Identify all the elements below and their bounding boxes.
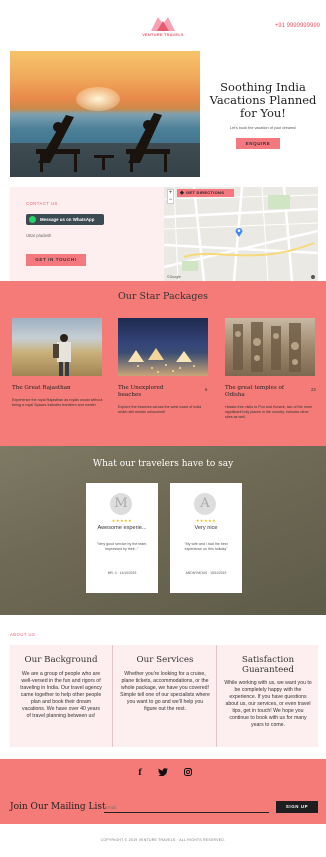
rating-stars: ★★★★★ <box>195 518 217 523</box>
avatar: A <box>194 493 216 515</box>
package-image-rajasthan[interactable] <box>12 318 102 376</box>
whatsapp-icon <box>29 216 36 223</box>
testimonial-title: Very nice <box>194 525 218 531</box>
brand-logo[interactable]: VENTURE TRAVELS <box>142 14 184 40</box>
column-divider <box>216 645 217 747</box>
zoom-out-button[interactable]: − <box>168 197 173 204</box>
sign-up-button[interactable]: SIGN UP <box>276 801 318 813</box>
get-in-touch-button[interactable]: GET IN TOUCH! <box>26 254 86 266</box>
mountain-logo-icon <box>151 17 175 31</box>
hero-section: Soothing India Vacations Planned for You… <box>10 51 318 177</box>
package-description: Hassle-free visits to Puri and Konark, t… <box>225 405 312 419</box>
column-divider <box>112 645 113 747</box>
about-column-title: Our Services <box>136 655 194 665</box>
instagram-icon[interactable] <box>184 768 192 776</box>
package-name[interactable]: The Great Rajasthan <box>12 385 92 391</box>
facebook-icon[interactable]: f <box>135 767 145 777</box>
packages-section: Our Star Packages The Great Rajasthan Th… <box>0 281 326 446</box>
beach-tents-graphic <box>128 348 195 373</box>
package-description: Experience the royal Rajasthan as royals… <box>12 398 103 407</box>
traveler-silhouette <box>53 334 71 376</box>
package-image-beaches[interactable] <box>118 318 208 376</box>
about-column-body: Whether you're looking for a cruise, pla… <box>120 671 210 712</box>
package-number: 23 <box>311 387 316 392</box>
contact-section: CONTACT US Message us on WhatsApp Uttar … <box>10 187 318 281</box>
map-embed[interactable]: ◆ GET DIRECTIONS + − ©Google <box>164 187 318 281</box>
contact-label: CONTACT US <box>26 201 58 206</box>
site-header: VENTURE TRAVELS +91 9999999999 <box>0 0 326 46</box>
testimonials-title: What our travelers have to say <box>92 459 234 469</box>
testimonials-section: What our travelers have to say M ★★★★★ A… <box>0 446 326 615</box>
package-name[interactable]: The great temples of Odisha <box>225 385 287 399</box>
zoom-in-button[interactable]: + <box>168 190 173 197</box>
package-image-temples[interactable] <box>225 318 315 376</box>
temple-carving-graphic <box>233 322 301 372</box>
brand-name: VENTURE TRAVELS <box>142 32 184 37</box>
map-directions-label: GET DIRECTIONS <box>186 190 225 195</box>
map-credit: ©Google <box>167 275 181 279</box>
map-directions-button[interactable]: ◆ GET DIRECTIONS <box>177 189 234 197</box>
whatsapp-button[interactable]: Message us on WhatsApp <box>26 214 104 225</box>
footer-section: f Join Our Mailing List SIGN UP <box>0 759 326 824</box>
package-number: 5 <box>205 387 208 392</box>
hero-subtitle: Let's book the vacation of your dreams! <box>229 126 297 130</box>
map-pin-icon <box>235 228 243 237</box>
map-zoom-control: + − <box>167 189 174 204</box>
twitter-icon[interactable] <box>158 768 168 776</box>
mailing-list-title: Join Our Mailing List <box>10 802 106 812</box>
directions-icon: ◆ <box>180 190 185 196</box>
avatar: M <box>110 493 132 515</box>
packages-title: Our Star Packages <box>118 291 208 302</box>
about-label: ABOUT US <box>10 632 36 637</box>
beach-chairs-illustration <box>10 113 200 177</box>
testimonial-title: Awesome experie... <box>97 525 147 531</box>
rating-stars: ★★★★★ <box>111 518 133 523</box>
enquire-button[interactable]: ENQUIRE <box>236 138 280 149</box>
phone-link[interactable]: +91 9999999999 <box>275 23 320 29</box>
testimonial-card: A ★★★★★ Very nice "My wife and I had the… <box>170 483 242 593</box>
hero-image <box>10 51 200 177</box>
email-input[interactable] <box>104 803 269 813</box>
about-section: Our Background We are a group of people … <box>10 645 318 747</box>
testimonial-author: MR. X · 14/10/2019 <box>107 571 137 575</box>
copyright-text: COPYRIGHT © 2019 VENTURE TRAVELS · ALL R… <box>100 838 226 842</box>
testimonial-card: M ★★★★★ Awesome experie... "Very good se… <box>86 483 158 593</box>
about-column-title: Satisfaction Guaranteed <box>241 655 295 675</box>
location-text: Uttar pradesh <box>26 233 52 238</box>
about-column-title: Our Background <box>24 655 98 665</box>
testimonial-quote: "My wife and I had the best experience o… <box>184 542 228 551</box>
about-column-body: While working with us, we want you to be… <box>224 680 312 728</box>
whatsapp-label: Message us on WhatsApp <box>40 217 95 222</box>
hero-title: Soothing India Vacations Planned for You… <box>209 80 317 120</box>
pegman-icon[interactable] <box>311 275 315 279</box>
page: VENTURE TRAVELS +91 9999999999 Soothing … <box>0 0 326 857</box>
package-name[interactable]: The Unexplored beaches <box>118 385 178 399</box>
testimonial-quote: "Very good service by the team. Impresse… <box>96 542 148 551</box>
package-description: Explore the beaches across the west coas… <box>118 405 202 414</box>
about-column-body: We are a group of people who are well-ve… <box>20 671 102 719</box>
testimonial-author: ANONYMOUS · 15/11/2019 <box>185 571 227 575</box>
